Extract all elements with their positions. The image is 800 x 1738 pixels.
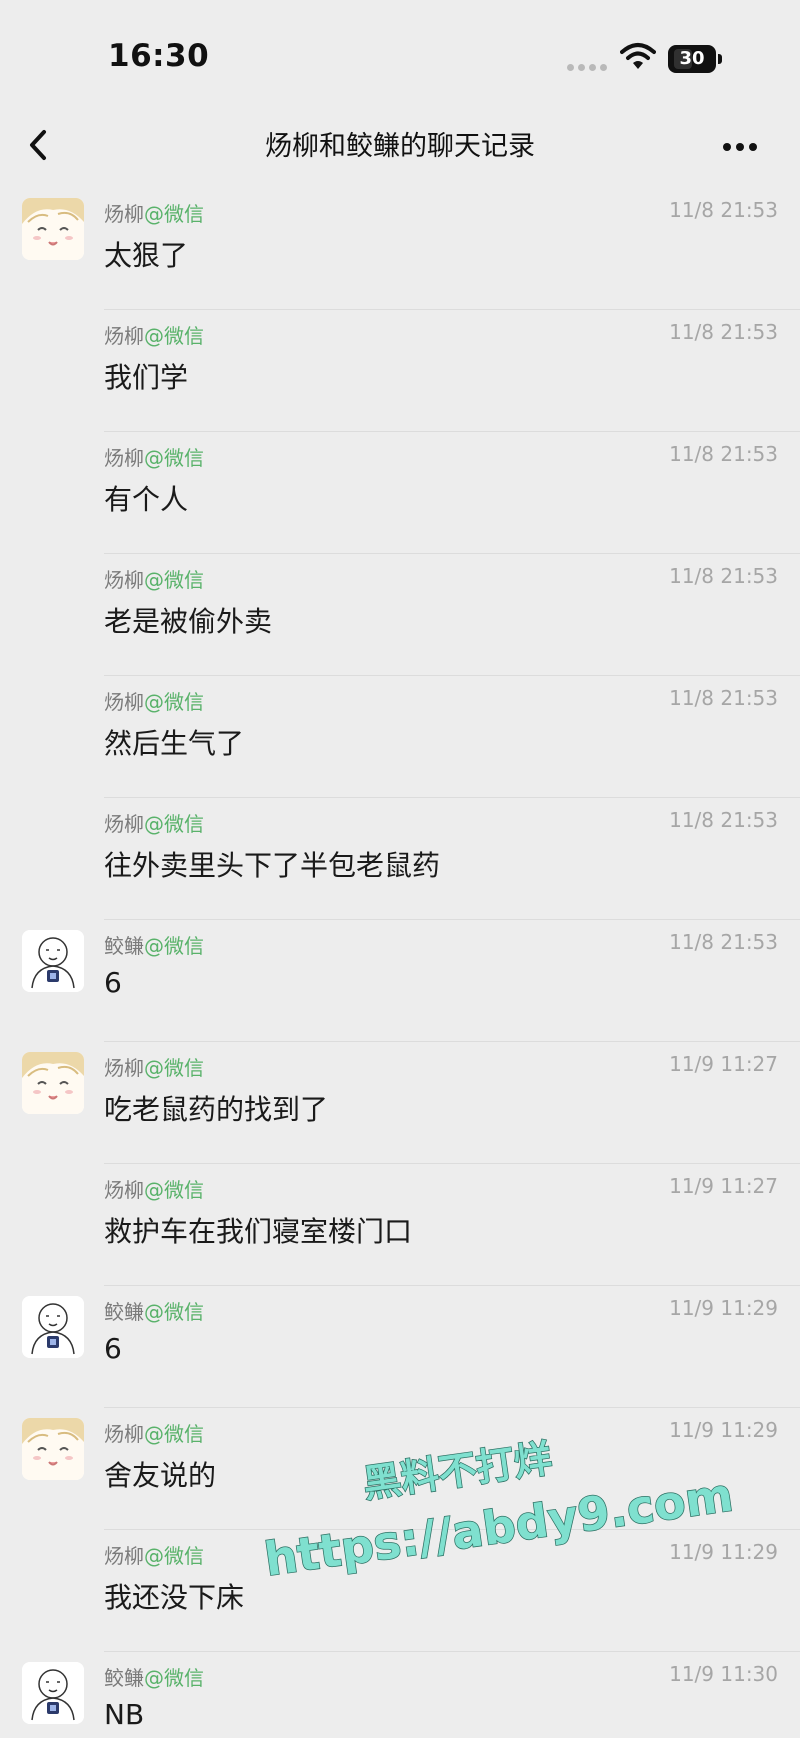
sender-name: 炀柳 xyxy=(104,1178,144,1202)
sender-line: 炀柳@微信 xyxy=(104,564,204,593)
message-item: 炀柳@微信 11/8 21:53 往外卖里头下了半包老鼠药 xyxy=(0,798,800,920)
message-text: 然后生气了 xyxy=(104,727,245,760)
message-item: 炀柳@微信 11/9 11:29 我还没下床 xyxy=(0,1530,800,1652)
sender-name: 炀柳 xyxy=(104,812,144,836)
message-item: 炀柳@微信 11/8 21:53 我们学 xyxy=(0,310,800,432)
message-text: 6 xyxy=(104,1332,122,1365)
sender-line: 炀柳@微信 xyxy=(104,1418,204,1447)
message-text: 老是被偷外卖 xyxy=(104,605,273,638)
sender-name: 鲛鳒 xyxy=(104,934,144,958)
more-options-icon[interactable] xyxy=(715,126,765,166)
message-source: @微信 xyxy=(144,568,204,592)
message-source: @微信 xyxy=(144,324,204,348)
message-timestamp: 11/9 11:29 xyxy=(669,1296,778,1320)
avatar[interactable] xyxy=(22,1052,84,1114)
page-title: 炀柳和鲛鳒的聊天记录 xyxy=(265,131,535,162)
message-item: 炀柳@微信 11/8 21:53 然后生气了 xyxy=(0,676,800,798)
sender-name: 炀柳 xyxy=(104,1544,144,1568)
message-timestamp: 11/9 11:29 xyxy=(669,1540,778,1564)
message-timestamp: 11/9 11:30 xyxy=(669,1662,778,1686)
message-source: @微信 xyxy=(144,1300,204,1324)
message-text: 吃老鼠药的找到了 xyxy=(104,1093,329,1126)
battery-icon: 30 xyxy=(668,45,724,73)
back-arrow-icon[interactable] xyxy=(18,120,62,170)
message-source: @微信 xyxy=(144,446,204,470)
sender-line: 炀柳@微信 xyxy=(104,686,204,715)
message-timestamp: 11/8 21:53 xyxy=(669,320,778,344)
message-item: 炀柳@微信 11/9 11:27 吃老鼠药的找到了 xyxy=(0,1042,800,1164)
message-text: 我还没下床 xyxy=(104,1581,245,1614)
message-timestamp: 11/8 21:53 xyxy=(669,686,778,710)
message-item: 炀柳@微信 11/9 11:27 救护车在我们寝室楼门口 xyxy=(0,1164,800,1286)
message-item: 鲛鳒@微信 11/9 11:30 NB xyxy=(0,1652,800,1738)
sender-line: 炀柳@微信 xyxy=(104,808,204,837)
sender-line: 炀柳@微信 xyxy=(104,1052,204,1081)
message-text: 舍友说的 xyxy=(104,1459,217,1492)
avatar[interactable] xyxy=(22,930,84,992)
message-text: 有个人 xyxy=(104,483,189,516)
message-timestamp: 11/9 11:27 xyxy=(669,1052,778,1076)
message-source: @微信 xyxy=(144,934,204,958)
message-item: 炀柳@微信 11/8 21:53 有个人 xyxy=(0,432,800,554)
sender-line: 炀柳@微信 xyxy=(104,198,204,227)
message-item: 炀柳@微信 11/8 21:53 太狠了 xyxy=(0,188,800,310)
message-source: @微信 xyxy=(144,1178,204,1202)
message-text: 往外卖里头下了半包老鼠药 xyxy=(104,849,441,882)
sender-line: 鲛鳒@微信 xyxy=(104,930,204,959)
message-source: @微信 xyxy=(144,1666,204,1690)
message-item: 炀柳@微信 11/8 21:53 老是被偷外卖 xyxy=(0,554,800,676)
status-time: 16:30 xyxy=(108,38,210,74)
message-timestamp: 11/8 21:53 xyxy=(669,808,778,832)
sender-name: 炀柳 xyxy=(104,202,144,226)
sender-line: 炀柳@微信 xyxy=(104,1174,204,1203)
message-source: @微信 xyxy=(144,1422,204,1446)
message-text: 6 xyxy=(104,966,122,999)
message-item: 鲛鳒@微信 11/8 21:53 6 xyxy=(0,920,800,1042)
message-text: 太狠了 xyxy=(104,239,189,272)
sender-name: 鲛鳒 xyxy=(104,1666,144,1690)
sender-line: 炀柳@微信 xyxy=(104,320,204,349)
sender-name: 鲛鳒 xyxy=(104,1300,144,1324)
message-source: @微信 xyxy=(144,1544,204,1568)
sender-line: 炀柳@微信 xyxy=(104,1540,204,1569)
sender-line: 炀柳@微信 xyxy=(104,442,204,471)
sender-line: 鲛鳒@微信 xyxy=(104,1662,204,1691)
message-source: @微信 xyxy=(144,202,204,226)
nav-bar: 炀柳和鲛鳒的聊天记录 xyxy=(0,110,800,186)
message-item: 鲛鳒@微信 11/9 11:29 6 xyxy=(0,1286,800,1408)
wifi-icon xyxy=(620,43,656,69)
message-timestamp: 11/8 21:53 xyxy=(669,442,778,466)
avatar[interactable] xyxy=(22,1662,84,1724)
message-source: @微信 xyxy=(144,690,204,714)
message-text: 救护车在我们寝室楼门口 xyxy=(104,1215,413,1248)
message-timestamp: 11/9 11:29 xyxy=(669,1418,778,1442)
sender-name: 炀柳 xyxy=(104,446,144,470)
sender-name: 炀柳 xyxy=(104,690,144,714)
message-text: 我们学 xyxy=(104,361,189,394)
status-bar: 16:30 30 xyxy=(0,0,800,110)
message-text: NB xyxy=(104,1698,145,1731)
message-source: @微信 xyxy=(144,812,204,836)
message-timestamp: 11/8 21:53 xyxy=(669,564,778,588)
message-timestamp: 11/9 11:27 xyxy=(669,1174,778,1198)
sender-name: 炀柳 xyxy=(104,1422,144,1446)
avatar[interactable] xyxy=(22,1296,84,1358)
sender-name: 炀柳 xyxy=(104,1056,144,1080)
sender-line: 鲛鳒@微信 xyxy=(104,1296,204,1325)
avatar[interactable] xyxy=(22,198,84,260)
sender-name: 炀柳 xyxy=(104,324,144,348)
avatar[interactable] xyxy=(22,1418,84,1480)
message-source: @微信 xyxy=(144,1056,204,1080)
message-timestamp: 11/8 21:53 xyxy=(669,198,778,222)
battery-level-text: 30 xyxy=(679,48,705,69)
message-timestamp: 11/8 21:53 xyxy=(669,930,778,954)
cellular-signal-icon xyxy=(567,64,607,72)
sender-name: 炀柳 xyxy=(104,568,144,592)
message-item: 炀柳@微信 11/9 11:29 舍友说的 xyxy=(0,1408,800,1530)
